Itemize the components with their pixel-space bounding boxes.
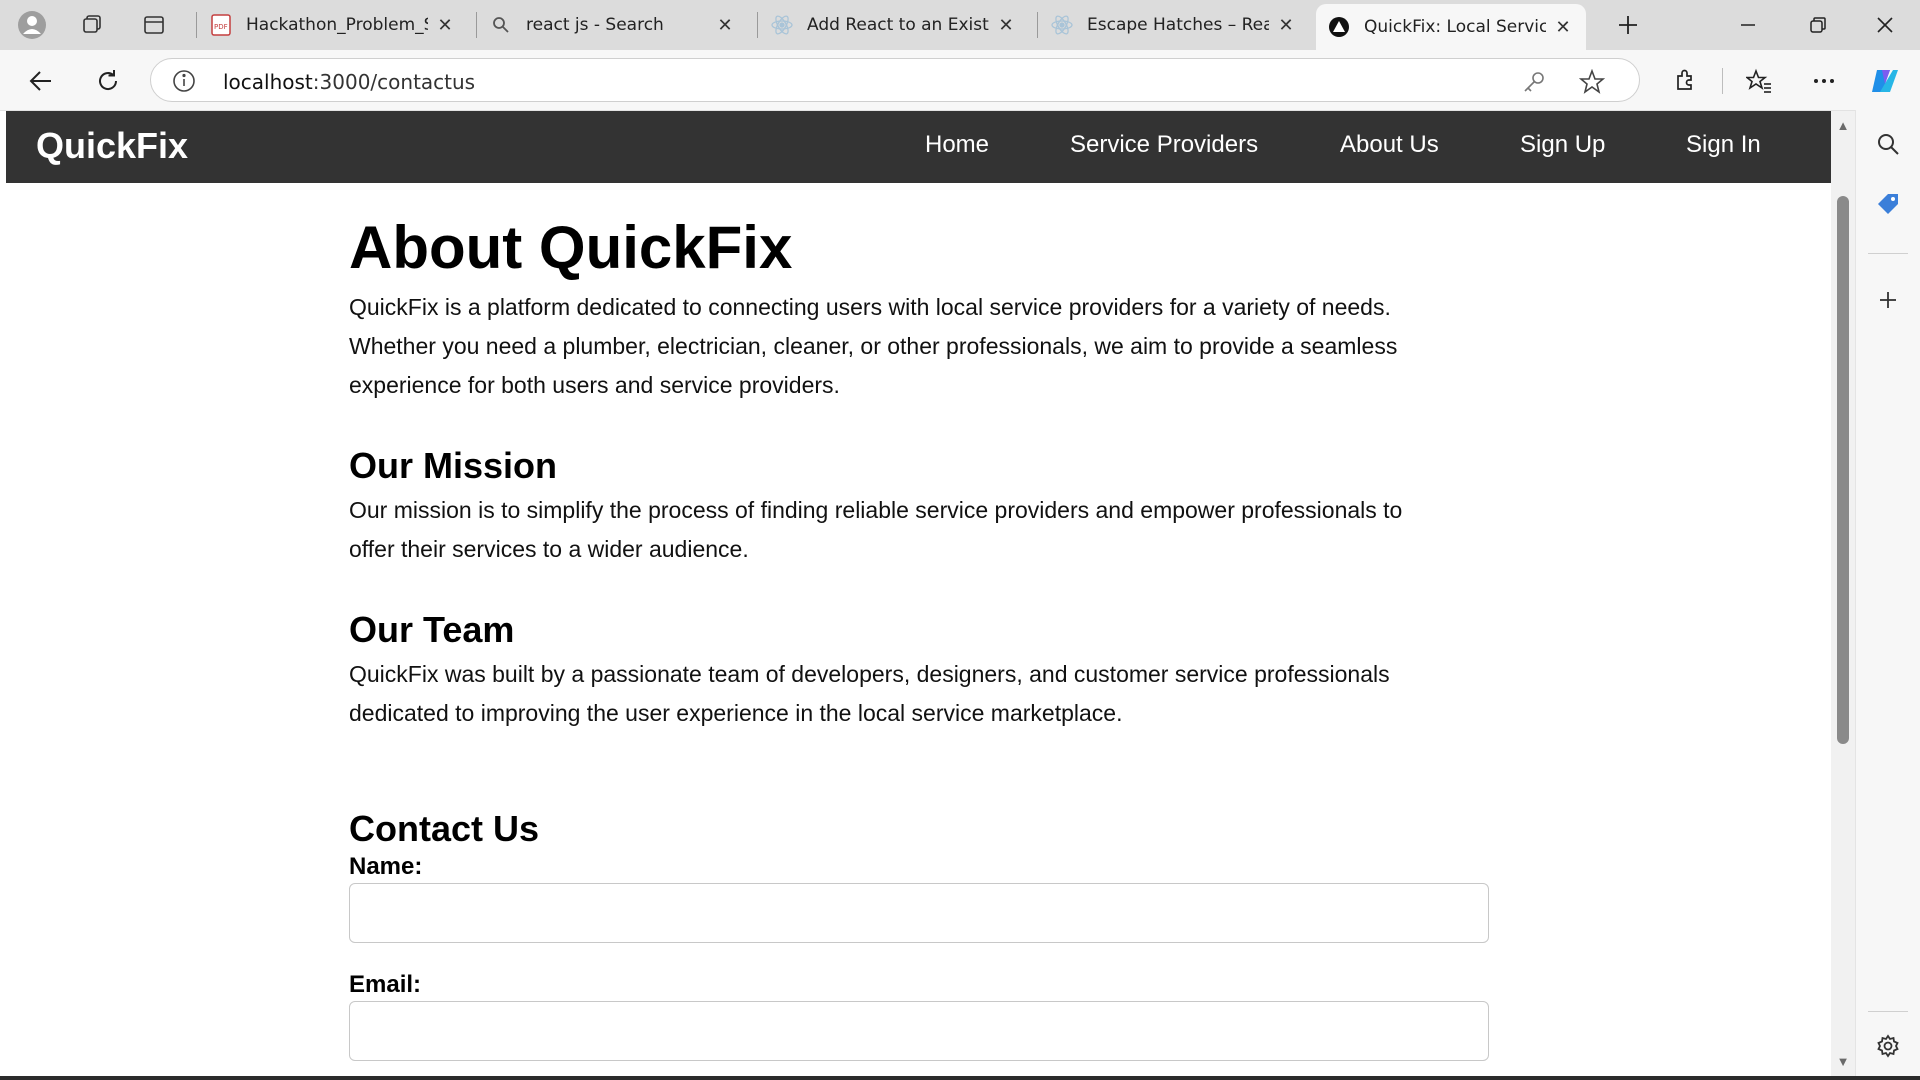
close-icon[interactable]: ✕ xyxy=(1275,15,1297,36)
url-text[interactable]: localhost:3000/contactus xyxy=(223,70,475,94)
tab-separator xyxy=(1037,12,1038,38)
back-icon[interactable] xyxy=(22,62,60,100)
scroll-up-arrow-icon[interactable]: ▲ xyxy=(1835,117,1851,133)
team-line-2: dedicated to improving the user experien… xyxy=(349,700,1123,726)
email-label: Email: xyxy=(349,971,422,998)
team-line-1: QuickFix was built by a passionate team … xyxy=(349,661,1390,687)
app-icon xyxy=(1328,16,1350,38)
tab-label: Hackathon_Problem_Sta xyxy=(246,15,428,35)
page-title: About QuickFix xyxy=(349,214,793,281)
app-navbar: QuickFix Home Service Providers About Us… xyxy=(6,111,1831,183)
favorite-star-icon[interactable] xyxy=(1578,68,1606,95)
name-label: Name: xyxy=(349,853,423,880)
nav-home[interactable]: Home xyxy=(925,131,989,159)
tab-separator xyxy=(196,12,197,38)
tab-escape-hatches[interactable]: Escape Hatches – React ✕ xyxy=(1039,5,1309,45)
sidebar-separator xyxy=(1868,253,1908,254)
tag-icon[interactable] xyxy=(1870,186,1906,222)
site-info-icon[interactable] xyxy=(171,68,197,94)
intro-line-1: QuickFix is a platform dedicated to conn… xyxy=(349,294,1391,320)
pdf-icon: PDF xyxy=(210,14,232,36)
more-menu-icon[interactable] xyxy=(1805,62,1843,100)
restore-icon[interactable] xyxy=(1783,0,1853,50)
email-input[interactable] xyxy=(349,1001,1489,1061)
close-icon[interactable]: ✕ xyxy=(714,15,736,36)
nav-service-providers[interactable]: Service Providers xyxy=(1070,131,1258,159)
key-icon[interactable] xyxy=(1521,69,1547,95)
url-host: localhost xyxy=(223,70,313,94)
react-icon xyxy=(1051,14,1073,36)
url-path: :3000/contactus xyxy=(312,70,476,94)
brand-logo[interactable]: QuickFix xyxy=(36,125,188,167)
window-bottom-edge xyxy=(0,1076,1920,1080)
close-icon[interactable]: ✕ xyxy=(434,15,456,36)
settings-gear-icon[interactable] xyxy=(1870,1028,1906,1064)
intro-line-3: experience for both users and service pr… xyxy=(349,372,840,398)
tab-actions-icon[interactable] xyxy=(138,9,170,41)
browser-toolbar: localhost:3000/contactus xyxy=(0,50,1920,111)
tab-separator xyxy=(476,12,477,38)
add-icon[interactable] xyxy=(1870,282,1906,318)
workspaces-icon[interactable] xyxy=(76,9,108,41)
intro-line-2: Whether you need a plumber, electrician,… xyxy=(349,333,1398,359)
tab-add-react[interactable]: Add React to an Existing ✕ xyxy=(759,5,1029,45)
close-icon[interactable]: ✕ xyxy=(995,15,1017,36)
tab-label: Escape Hatches – React xyxy=(1087,15,1269,35)
team-heading: Our Team xyxy=(349,609,515,650)
nav-sign-up[interactable]: Sign Up xyxy=(1520,131,1605,159)
tab-label: QuickFix: Local Service P xyxy=(1364,17,1546,37)
nav-sign-in[interactable]: Sign In xyxy=(1686,131,1761,159)
page-scrollbar[interactable]: ▲ ▼ xyxy=(1831,111,1855,1076)
edge-sidebar xyxy=(1855,110,1920,1080)
profile-icon[interactable] xyxy=(16,9,48,41)
tab-react-search[interactable]: react js - Search ✕ xyxy=(478,5,748,45)
refresh-icon[interactable] xyxy=(89,62,127,100)
react-icon xyxy=(771,14,793,36)
name-input[interactable] xyxy=(349,883,1489,943)
minimize-icon[interactable] xyxy=(1713,0,1783,50)
favorites-icon[interactable] xyxy=(1740,62,1778,100)
address-bar[interactable]: localhost:3000/contactus xyxy=(150,58,1640,102)
search-icon[interactable] xyxy=(1870,126,1906,162)
extensions-icon[interactable] xyxy=(1666,62,1704,100)
tab-strip: PDF Hackathon_Problem_Sta ✕ react js - S… xyxy=(0,0,1920,50)
page-viewport: QuickFix Home Service Providers About Us… xyxy=(6,111,1831,1076)
mission-line-1: Our mission is to simplify the process o… xyxy=(349,497,1403,523)
close-window-icon[interactable] xyxy=(1850,0,1920,50)
toolbar-separator xyxy=(1722,68,1723,94)
tab-quickfix[interactable]: QuickFix: Local Service P ✕ xyxy=(1316,4,1586,50)
tab-separator xyxy=(757,12,758,38)
close-icon[interactable]: ✕ xyxy=(1552,17,1574,38)
copilot-icon[interactable] xyxy=(1866,62,1904,100)
mission-heading: Our Mission xyxy=(349,445,558,486)
scroll-down-arrow-icon[interactable]: ▼ xyxy=(1835,1053,1851,1069)
tab-label: react js - Search xyxy=(526,15,664,35)
nav-about-us[interactable]: About Us xyxy=(1340,131,1439,159)
sidebar-separator xyxy=(1868,1011,1908,1012)
search-icon xyxy=(490,14,512,36)
tab-label: Add React to an Existing xyxy=(807,15,989,35)
svg-text:PDF: PDF xyxy=(214,23,228,31)
tab-hackathon[interactable]: PDF Hackathon_Problem_Sta ✕ xyxy=(198,5,468,45)
scroll-thumb[interactable] xyxy=(1837,196,1849,744)
mission-line-2: offer their services to a wider audience… xyxy=(349,536,749,562)
contact-heading: Contact Us xyxy=(349,808,540,849)
new-tab-icon[interactable] xyxy=(1612,9,1644,41)
